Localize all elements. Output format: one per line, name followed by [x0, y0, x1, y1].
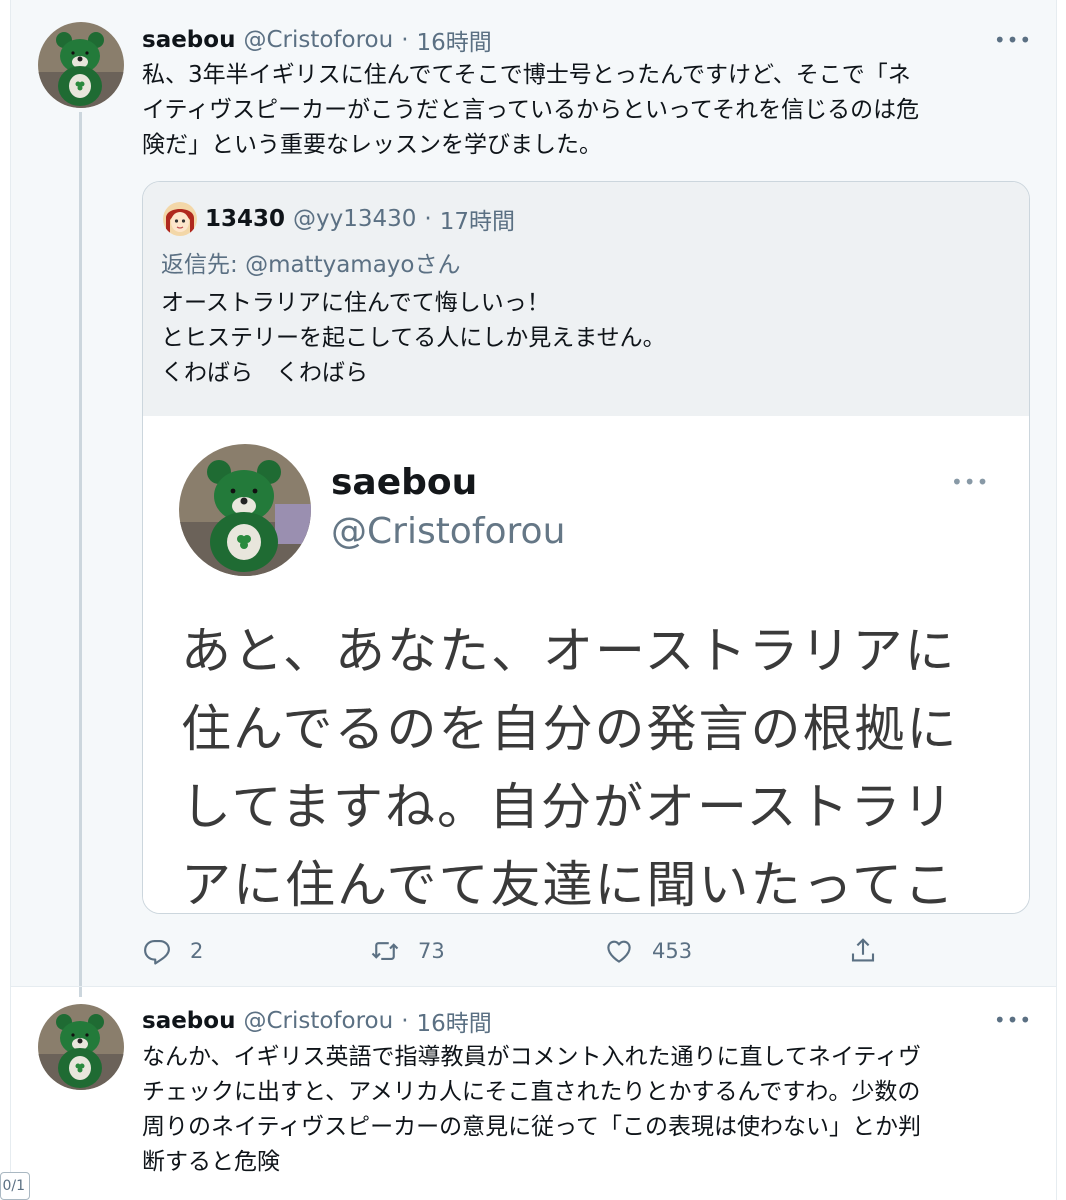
- quoted-text-line: とヒステリーを起こしてる人にしか見えません。: [161, 325, 666, 351]
- display-name[interactable]: saebou: [142, 1008, 235, 1034]
- user-handle[interactable]: @Cristoforou: [243, 1008, 393, 1034]
- more-icon[interactable]: •••: [994, 1008, 1031, 1032]
- quoted-avatar: [163, 202, 197, 236]
- quoted-tweet-text: オーストラリアに住んでて悔しいっ！ とヒステリーを起こしてる人にしか見えません。…: [161, 286, 666, 391]
- quoted-text-line: くわばら くわばら: [161, 360, 368, 386]
- embedded-display-name: saebou: [331, 462, 478, 503]
- tweet-text-line: チェックに出すと、アメリカ人にそこ直されたりとかするんですわ。少数の: [142, 1079, 921, 1105]
- reply-mention: @mattyamayo: [245, 252, 415, 278]
- retweet-button[interactable]: 73: [370, 930, 445, 972]
- avatar[interactable]: [38, 22, 124, 108]
- reply-suffix: さん: [414, 252, 461, 278]
- tweet-text-line: 断すると危険: [142, 1149, 280, 1175]
- timestamp[interactable]: 16時間: [417, 1004, 492, 1038]
- tweet-header: saebou @Cristoforou · 16時間: [142, 23, 492, 57]
- thread-connector-line: [79, 112, 82, 997]
- avatar[interactable]: [38, 1004, 124, 1090]
- embedded-text-line: してますね。自分がオーストラリ: [181, 778, 955, 836]
- tweet-text-line: なんか、イギリス英語で指導教員がコメント入れた通りに直してネイティヴ: [142, 1044, 922, 1070]
- quoted-tweet-header: 13430 @yy13430 · 17時間: [205, 204, 516, 235]
- tweet-text-line: イティヴスピーカーがこうだと言っているからといってそれを信じるのは危: [142, 97, 920, 123]
- retweet-count: 73: [418, 939, 445, 963]
- display-name[interactable]: saebou: [142, 27, 235, 53]
- quoted-tweet[interactable]: 13430 @yy13430 · 17時間 返信先: @mattyamayoさん…: [142, 181, 1030, 914]
- timeline-right-border: [1056, 0, 1057, 1200]
- tweet-text: 私、3年半イギリスに住んでてそこで博士号とったんですけど、そこで「ネ イティヴス…: [142, 58, 1042, 163]
- tweet-text-line: 私、3年半イギリスに住んでてそこで博士号とったんですけど、そこで「ネ: [142, 62, 911, 88]
- tweet-text-line: 周りのネイティヴスピーカーの意見に従って「この表現は使わない」とか判: [142, 1114, 922, 1140]
- timestamp[interactable]: 16時間: [417, 23, 492, 57]
- like-button[interactable]: 453: [604, 930, 692, 972]
- page-indicator: 0/1: [0, 1172, 30, 1200]
- embedded-screenshot: saebou @Cristoforou ••• あと、あなた、オーストラリアに …: [143, 416, 1029, 914]
- bear-avatar-image: [38, 22, 124, 108]
- separator-dot: ·: [401, 1008, 409, 1034]
- embedded-text-line: あと、あなた、オーストラリアに: [181, 622, 957, 680]
- reply-button[interactable]: 2: [142, 930, 203, 972]
- anime-avatar-image: [163, 202, 197, 236]
- quoted-timestamp: 17時間: [439, 209, 516, 235]
- tweet-actions: 2 73 453: [142, 930, 902, 972]
- user-handle[interactable]: @Cristoforou: [243, 27, 393, 53]
- share-button[interactable]: [848, 930, 896, 972]
- tweet-text-line: 険だ」という重要なレッスンを学びました。: [142, 132, 602, 158]
- quoted-user-handle: @yy13430: [293, 206, 417, 232]
- retweet-icon: [371, 942, 399, 960]
- reply-count: 2: [190, 939, 204, 963]
- embedded-text-line: 住んでるのを自分の発言の根拠に: [181, 700, 959, 758]
- like-icon: [607, 940, 631, 963]
- reply-icon: [144, 939, 170, 965]
- embedded-tweet-text: あと、あなた、オーストラリアに 住んでるのを自分の発言の根拠に してますね。自分…: [181, 612, 959, 914]
- embedded-user-handle: @Cristoforou: [331, 511, 566, 552]
- more-icon[interactable]: •••: [994, 28, 1031, 52]
- tweet-header: saebou @Cristoforou · 16時間: [142, 1004, 492, 1038]
- separator-dot: ·: [401, 27, 409, 53]
- tweet-separator: [11, 986, 1056, 987]
- embedded-avatar: [179, 444, 311, 576]
- reply-prefix: 返信先:: [161, 252, 246, 278]
- separator-dot: ·: [424, 206, 432, 232]
- reply-context: 返信先: @mattyamayoさん: [161, 245, 461, 279]
- share-icon: [851, 938, 875, 962]
- more-icon: •••: [951, 470, 990, 494]
- bear-avatar-image: [179, 444, 311, 576]
- quoted-display-name: 13430: [205, 206, 286, 232]
- embedded-text-line: アに住んでて友達に聞いたってこ: [181, 856, 956, 914]
- tweet-text: なんか、イギリス英語で指導教員がコメント入れた通りに直してネイティヴ チェックに…: [142, 1040, 1042, 1180]
- quoted-text-line: オーストラリアに住んでて悔しいっ！: [161, 290, 550, 316]
- bear-avatar-image: [38, 1004, 124, 1090]
- like-count: 453: [652, 939, 693, 963]
